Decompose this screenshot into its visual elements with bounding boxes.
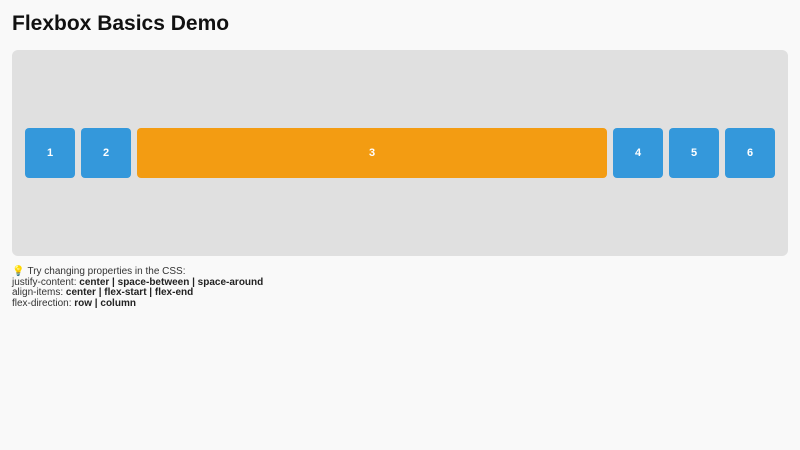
flex-item: 4 (613, 128, 663, 178)
instructions-text: 💡 Try changing properties in the CSS: jus… (12, 266, 264, 310)
page-title: Flexbox Basics Demo (12, 12, 230, 35)
property-values: center | space-between | space-around (79, 276, 264, 288)
flex-item: 5 (669, 128, 719, 178)
property-values: row | column (74, 297, 136, 309)
flex-container: 1 2 3 4 5 6 (12, 50, 788, 256)
property-values: center | flex-start | flex-end (65, 287, 194, 298)
instruction-line: flex-direction: row | column (12, 297, 263, 310)
flex-item: 2 (81, 128, 131, 178)
flex-item: 3 (137, 128, 607, 178)
property-name: align-items: (12, 287, 64, 298)
flex-item: 1 (25, 128, 75, 178)
flex-item: 6 (725, 128, 775, 178)
property-name: flex-direction: (12, 297, 72, 309)
property-name: justify-content: (12, 276, 77, 288)
intro-text: Try changing properties in the CSS: (27, 266, 186, 277)
